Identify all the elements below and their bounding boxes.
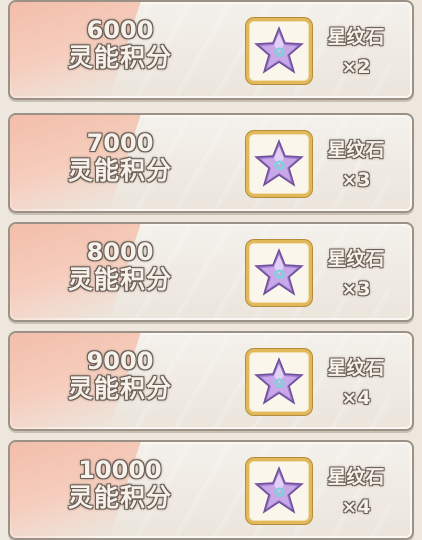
star-crystal-icon	[254, 247, 304, 296]
score-requirement: 10000 灵能积分	[40, 456, 200, 512]
item-name: 星纹石	[327, 357, 385, 379]
score-requirement: 7000 灵能积分	[40, 129, 200, 185]
reward-tier-card[interactable]: 9000 灵能积分 星纹石 ×4	[8, 331, 414, 431]
reward-item-info: 星纹石 ×4	[316, 462, 396, 522]
reward-tier-card[interactable]: 6000 灵能积分 星纹石 ×2	[8, 0, 414, 100]
reward-item-info: 星纹石 ×2	[316, 22, 396, 82]
reward-item-info: 星纹石 ×3	[316, 135, 396, 195]
star-crystal-icon	[254, 25, 304, 74]
score-value: 8000	[86, 238, 154, 266]
reward-tier-card[interactable]: 7000 灵能积分 星纹石 ×3	[8, 113, 414, 213]
score-value: 7000	[86, 129, 154, 157]
reward-tier-card[interactable]: 10000 灵能积分 星纹石 ×4	[8, 440, 414, 540]
score-value: 9000	[86, 347, 154, 375]
item-count: ×3	[341, 169, 371, 191]
item-count: ×4	[341, 387, 371, 409]
reward-item-info: 星纹石 ×3	[316, 244, 396, 304]
score-value: 10000	[78, 456, 162, 484]
reward-item-slot[interactable]	[246, 18, 312, 84]
item-count: ×2	[341, 56, 371, 78]
item-name: 星纹石	[327, 26, 385, 48]
item-count: ×3	[341, 278, 371, 300]
reward-item-slot[interactable]	[246, 240, 312, 306]
reward-item-slot[interactable]	[246, 131, 312, 197]
item-count: ×4	[341, 496, 371, 518]
reward-list: 6000 灵能积分 星纹石 ×2 7000 灵能积分 星纹石 ×3 8000 灵能积分 星纹石 ×3 9…	[0, 0, 422, 540]
reward-item-slot[interactable]	[246, 458, 312, 524]
item-name: 星纹石	[327, 139, 385, 161]
star-crystal-icon	[254, 356, 304, 405]
reward-item-slot[interactable]	[246, 349, 312, 415]
score-label: 灵能积分	[67, 483, 172, 512]
item-name: 星纹石	[327, 248, 385, 270]
star-crystal-icon	[254, 138, 304, 187]
score-label: 灵能积分	[67, 265, 172, 294]
score-requirement: 9000 灵能积分	[40, 347, 200, 403]
score-label: 灵能积分	[67, 156, 172, 185]
reward-tier-card[interactable]: 8000 灵能积分 星纹石 ×3	[8, 222, 414, 322]
score-label: 灵能积分	[67, 43, 172, 72]
score-requirement: 6000 灵能积分	[40, 16, 200, 72]
item-name: 星纹石	[327, 466, 385, 488]
score-label: 灵能积分	[67, 374, 172, 403]
reward-item-info: 星纹石 ×4	[316, 353, 396, 413]
star-crystal-icon	[254, 465, 304, 514]
score-value: 6000	[86, 16, 154, 44]
score-requirement: 8000 灵能积分	[40, 238, 200, 294]
